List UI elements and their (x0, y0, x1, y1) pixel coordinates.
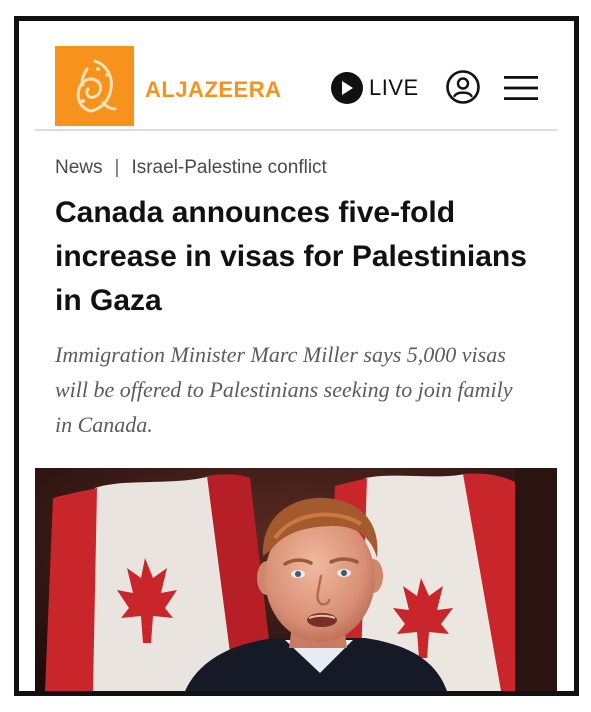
breadcrumb-separator: | (114, 157, 120, 178)
lead-photo-illustration (35, 468, 557, 691)
brand-wordmark: ALJAZEERA (145, 77, 282, 102)
article-lead-photo[interactable] (35, 468, 557, 691)
site-header: ALJAZEERA LIVE (19, 21, 574, 131)
account-icon (446, 70, 480, 104)
article-headline: Canada announces five-fold increase in v… (55, 196, 527, 317)
live-button[interactable]: LIVE (331, 71, 419, 105)
breadcrumb-news[interactable]: News (55, 157, 103, 179)
account-button[interactable] (445, 69, 481, 105)
article-screenshot-frame: ALJAZEERA LIVE News | Israel-Palestine c… (14, 16, 579, 696)
breadcrumb: News | Israel-Palestine conflict (55, 157, 327, 179)
header-divider (35, 129, 557, 131)
menu-icon (504, 76, 538, 100)
live-label: LIVE (369, 75, 419, 100)
play-icon (331, 72, 363, 104)
menu-button[interactable] (503, 74, 539, 102)
aljazeera-logo-icon (76, 59, 116, 113)
article-standfirst: Immigration Minister Marc Miller says 5,… (55, 342, 513, 437)
breadcrumb-topic[interactable]: Israel-Palestine conflict (131, 157, 326, 179)
aljazeera-logo[interactable] (55, 46, 134, 126)
